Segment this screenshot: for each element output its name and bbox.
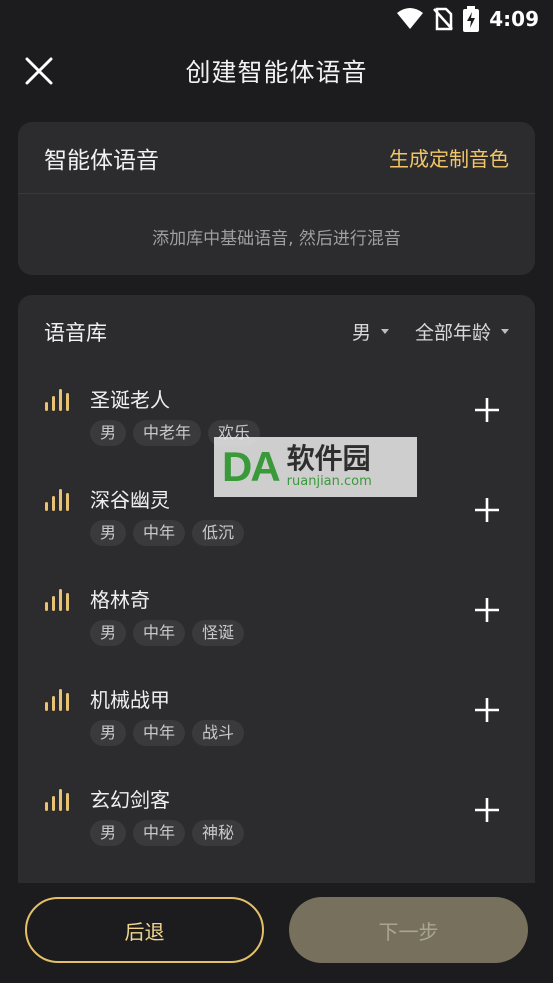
- agent-voice-heading: 智能体语音: [44, 147, 159, 174]
- voice-name: 玄幻剑客: [90, 788, 170, 812]
- watermark-url: ruanjian.com: [286, 474, 372, 489]
- voice-list-item[interactable]: 机械战甲 男 中年 战斗: [44, 688, 509, 768]
- add-voice-button[interactable]: [473, 596, 501, 624]
- voice-tag: 男: [90, 720, 127, 746]
- page-title: 创建智能体语音: [185, 58, 368, 87]
- voice-tag: 中年: [133, 520, 186, 546]
- generate-custom-voice-link[interactable]: 生成定制音色: [389, 143, 509, 172]
- age-filter[interactable]: 全部年龄: [415, 318, 509, 345]
- voice-tag: 怪诞: [192, 620, 245, 646]
- voice-list-item[interactable]: 格林奇 男 中年 怪诞: [44, 588, 509, 668]
- battery-charging-icon: [463, 6, 480, 32]
- close-button[interactable]: [22, 54, 56, 88]
- audio-wave-icon[interactable]: [44, 788, 74, 812]
- add-voice-button[interactable]: [473, 696, 501, 724]
- caret-down-icon: [380, 328, 389, 334]
- status-time: 4:09: [489, 7, 539, 31]
- voice-name: 机械战甲: [90, 688, 170, 712]
- voice-list-item[interactable]: 玄幻剑客 男 中年 神秘: [44, 788, 509, 868]
- close-icon: [25, 57, 53, 85]
- app-header: 创建智能体语音: [0, 40, 553, 102]
- watermark: DA 软件园 ruanjian.com: [214, 437, 417, 497]
- voice-tag: 男: [90, 520, 127, 546]
- mix-hint-text: 添加库中基础语音, 然后进行混音: [152, 229, 401, 249]
- watermark-logo: DA: [222, 443, 281, 490]
- voice-tags: 男 中年 怪诞: [90, 620, 245, 646]
- audio-wave-icon[interactable]: [44, 588, 74, 612]
- voice-tag: 中年: [133, 620, 186, 646]
- voice-tags: 男 中年 战斗: [90, 720, 245, 746]
- gender-filter-label: 男: [351, 321, 371, 344]
- add-voice-button[interactable]: [473, 796, 501, 824]
- bottom-action-bar: 后退 下一步: [0, 883, 553, 983]
- add-voice-button[interactable]: [473, 496, 501, 524]
- status-bar: 4:09: [0, 0, 553, 38]
- age-filter-label: 全部年龄: [414, 321, 491, 344]
- voice-name: 格林奇: [90, 588, 150, 612]
- audio-wave-icon[interactable]: [44, 388, 74, 412]
- voice-tag: 中老年: [133, 420, 202, 446]
- agent-voice-card: 智能体语音 生成定制音色 添加库中基础语音, 然后进行混音: [18, 122, 535, 275]
- voice-tag: 中年: [133, 720, 186, 746]
- watermark-text: 软件园: [286, 442, 371, 475]
- audio-wave-icon[interactable]: [44, 488, 74, 512]
- no-sim-icon: [433, 7, 454, 31]
- gender-filter[interactable]: 男: [352, 318, 389, 345]
- voice-tag: 战斗: [192, 720, 245, 746]
- back-button[interactable]: 后退: [25, 897, 264, 963]
- add-voice-button[interactable]: [473, 396, 501, 424]
- caret-down-icon: [501, 328, 509, 334]
- voice-name: 深谷幽灵: [90, 488, 170, 512]
- voice-tag: 低沉: [192, 520, 245, 546]
- voice-tag: 男: [90, 420, 127, 446]
- voice-name: 圣诞老人: [90, 388, 170, 412]
- voice-tags: 男 中年 神秘: [90, 820, 245, 846]
- voice-tag: 神秘: [192, 820, 245, 846]
- voice-list-item[interactable]: 深谷幽灵 男 中年 低沉: [44, 488, 509, 568]
- voice-tag: 男: [90, 820, 127, 846]
- voice-tag: 男: [90, 620, 127, 646]
- voice-library-title: 语音库: [44, 321, 107, 345]
- voice-library-card: 语音库 男 全部年龄 圣诞老人 男 中老年 欢乐 深谷幽灵 男 中年 低沉 格林…: [18, 295, 535, 883]
- wifi-icon: [397, 8, 424, 29]
- next-step-button[interactable]: 下一步: [289, 897, 528, 963]
- voice-tags: 男 中年 低沉: [90, 520, 245, 546]
- voice-tag: 中年: [133, 820, 186, 846]
- audio-wave-icon[interactable]: [44, 688, 74, 712]
